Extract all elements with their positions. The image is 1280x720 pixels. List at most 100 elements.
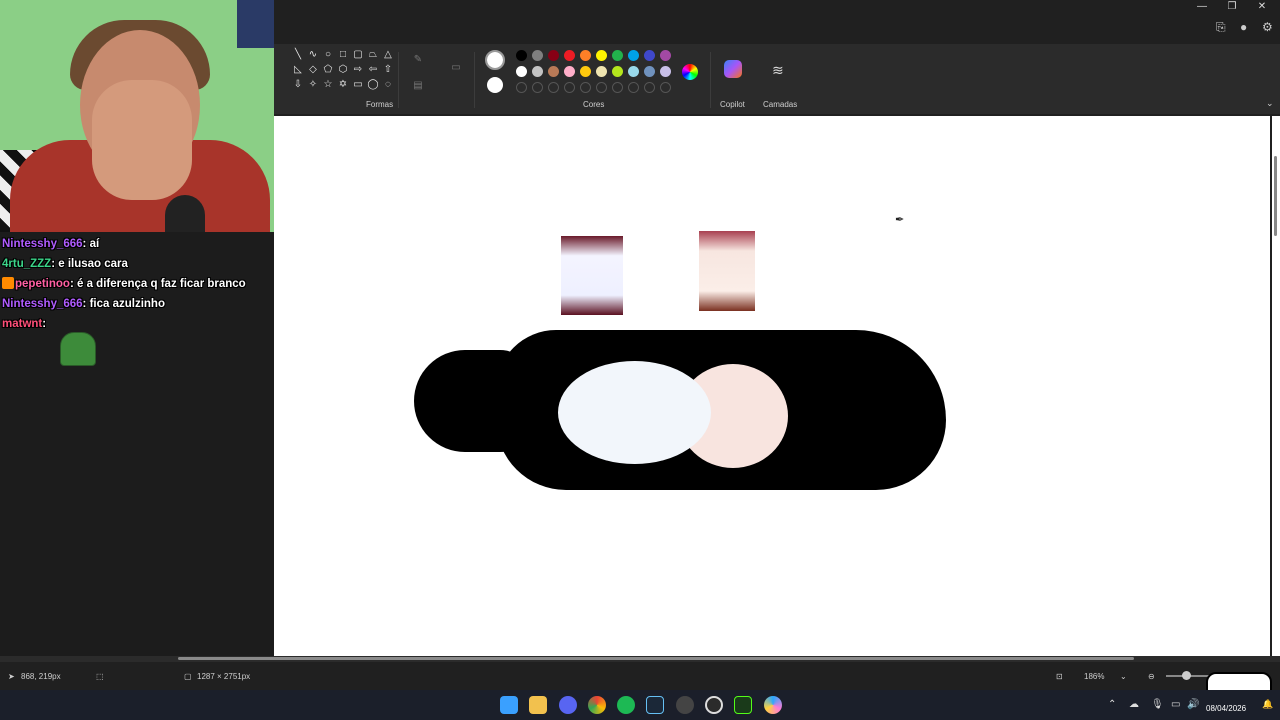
- right-triangle-shape-icon[interactable]: ◺: [292, 64, 304, 76]
- curve-shape-icon[interactable]: ∿: [307, 49, 319, 61]
- chat-username: matwnt: [2, 318, 43, 330]
- volume-tray-icon[interactable]: 🔊: [1187, 699, 1199, 710]
- network-tray-icon[interactable]: ☁: [1129, 699, 1139, 710]
- color1-swatch[interactable]: [487, 52, 503, 68]
- notification-icon[interactable]: 🔔: [1262, 699, 1273, 710]
- color-swatch[interactable]: [532, 66, 543, 77]
- vertical-scrollbar[interactable]: [1272, 116, 1280, 656]
- taskbar: [0, 690, 1280, 720]
- color-swatch[interactable]: [596, 50, 607, 61]
- obs-icon[interactable]: [676, 696, 694, 714]
- right-arrow-shape-icon[interactable]: ⇨: [352, 64, 364, 76]
- diamond-shape-icon[interactable]: ◇: [307, 64, 319, 76]
- custom-color-slot[interactable]: [660, 82, 671, 93]
- left-arrow-shape-icon[interactable]: ⇦: [367, 64, 379, 76]
- color-swatch[interactable]: [660, 66, 671, 77]
- color-swatch[interactable]: [516, 66, 527, 77]
- zoom-dropdown-chevron-icon[interactable]: ⌄: [1120, 672, 1127, 681]
- ccleaner-icon[interactable]: [705, 696, 723, 714]
- color-swatch[interactable]: [532, 50, 543, 61]
- chat-username: Nintesshy_666: [2, 298, 83, 310]
- file-explorer-icon[interactable]: [529, 696, 547, 714]
- layers-icon[interactable]: ≋: [772, 62, 784, 79]
- color-swatch[interactable]: [548, 66, 559, 77]
- color2-swatch[interactable]: [487, 77, 503, 93]
- custom-color-slot[interactable]: [644, 82, 655, 93]
- custom-color-slot[interactable]: [628, 82, 639, 93]
- custom-color-slot[interactable]: [580, 82, 591, 93]
- pasted-image-warm-teeth[interactable]: [699, 231, 755, 311]
- copilot-icon[interactable]: [724, 60, 742, 78]
- zoom-slider-knob[interactable]: [1182, 671, 1191, 680]
- layers-label[interactable]: Camadas: [763, 100, 797, 109]
- restore-icon[interactable]: ❐: [1217, 0, 1247, 14]
- custom-color-slot[interactable]: [612, 82, 623, 93]
- color-swatch[interactable]: [580, 66, 591, 77]
- pentagon-shape-icon[interactable]: ⬠: [322, 64, 334, 76]
- color-swatch[interactable]: [612, 66, 623, 77]
- color-swatch[interactable]: [596, 66, 607, 77]
- settings-icon[interactable]: ⚙: [1262, 20, 1273, 34]
- up-arrow-shape-icon[interactable]: ⇧: [382, 64, 394, 76]
- triangle-shape-icon[interactable]: △: [382, 49, 394, 61]
- brush-size-icon[interactable]: ▭: [450, 62, 462, 74]
- color-swatch[interactable]: [516, 50, 527, 61]
- custom-color-slot[interactable]: [564, 82, 575, 93]
- star6-shape-icon[interactable]: ✡: [337, 79, 349, 91]
- zoom-out-icon[interactable]: ⊖: [1148, 672, 1155, 681]
- ribbon-toolbar: ╲ ∿ ○ □ ▢ ⏢ △ ◺ ◇ ⬠ ⬡ ⇨ ⇦ ⇧ ⇩ ✧ ☆ ✡ ▭ ◯ …: [274, 44, 1280, 114]
- color-swatch[interactable]: [548, 50, 559, 61]
- line-shape-icon[interactable]: ╲: [292, 49, 304, 61]
- paint-icon[interactable]: [764, 696, 782, 714]
- account-icon[interactable]: ●: [1240, 20, 1247, 34]
- custom-color-slot[interactable]: [596, 82, 607, 93]
- status-bar: ➤ 868, 219px ⬚ ▢ 1287 × 2751px ⊡ 186% ⌄ …: [0, 662, 1280, 690]
- color-swatch[interactable]: [564, 66, 575, 77]
- tray-chevron-up-icon[interactable]: ⌃: [1108, 699, 1116, 710]
- close-icon[interactable]: ✕: [1247, 0, 1277, 14]
- callout-rect-shape-icon[interactable]: ▭: [352, 79, 364, 91]
- fill-icon[interactable]: ▤: [412, 80, 424, 92]
- color-swatch[interactable]: [628, 66, 639, 77]
- color-swatch[interactable]: [612, 50, 623, 61]
- chevron-down-icon[interactable]: ⌄: [1266, 98, 1274, 109]
- scroll-thumb[interactable]: [178, 657, 1134, 660]
- pasted-image-white-teeth[interactable]: [561, 236, 623, 315]
- scroll-thumb[interactable]: [1274, 156, 1277, 236]
- color-swatch[interactable]: [580, 50, 591, 61]
- share-icon[interactable]: ⎘: [1216, 20, 1226, 35]
- outline-icon[interactable]: ✎: [412, 54, 424, 66]
- oval-shape-icon[interactable]: ○: [322, 49, 334, 61]
- color-swatch[interactable]: [628, 50, 639, 61]
- streaming-app-icon[interactable]: [734, 696, 752, 714]
- polygon-shape-icon[interactable]: ⏢: [367, 49, 379, 61]
- color-swatch[interactable]: [660, 50, 671, 61]
- taskbar-date[interactable]: 08/04/2026: [1206, 704, 1246, 713]
- steam-icon[interactable]: [646, 696, 664, 714]
- color-swatch[interactable]: [644, 66, 655, 77]
- rounded-rect-shape-icon[interactable]: ▢: [352, 49, 364, 61]
- hexagon-shape-icon[interactable]: ⬡: [337, 64, 349, 76]
- display-tray-icon[interactable]: ▭: [1171, 699, 1180, 710]
- rectangle-shape-icon[interactable]: □: [337, 49, 349, 61]
- custom-color-slot[interactable]: [532, 82, 543, 93]
- custom-color-slot[interactable]: [516, 82, 527, 93]
- callout-oval-shape-icon[interactable]: ◯: [367, 79, 379, 91]
- color-swatch[interactable]: [564, 50, 575, 61]
- microphone-tray-icon[interactable]: 🎙: [1151, 699, 1164, 710]
- star5-shape-icon[interactable]: ☆: [322, 79, 334, 91]
- chrome-icon[interactable]: [588, 696, 606, 714]
- down-arrow-shape-icon[interactable]: ⇩: [292, 79, 304, 91]
- discord-icon[interactable]: [559, 696, 577, 714]
- edit-colors-icon[interactable]: [682, 64, 698, 80]
- spotify-icon[interactable]: [617, 696, 635, 714]
- custom-color-slot[interactable]: [548, 82, 559, 93]
- zoom-level[interactable]: 186%: [1084, 672, 1104, 681]
- star4-shape-icon[interactable]: ✧: [307, 79, 319, 91]
- windows-start-icon[interactable]: [500, 696, 518, 714]
- callout-cloud-shape-icon[interactable]: ◌: [382, 79, 394, 91]
- color-swatch[interactable]: [644, 50, 655, 61]
- copilot-label[interactable]: Copilot: [720, 100, 745, 109]
- fit-to-window-icon[interactable]: ⊡: [1056, 672, 1063, 681]
- minimize-icon[interactable]: —: [1187, 0, 1217, 14]
